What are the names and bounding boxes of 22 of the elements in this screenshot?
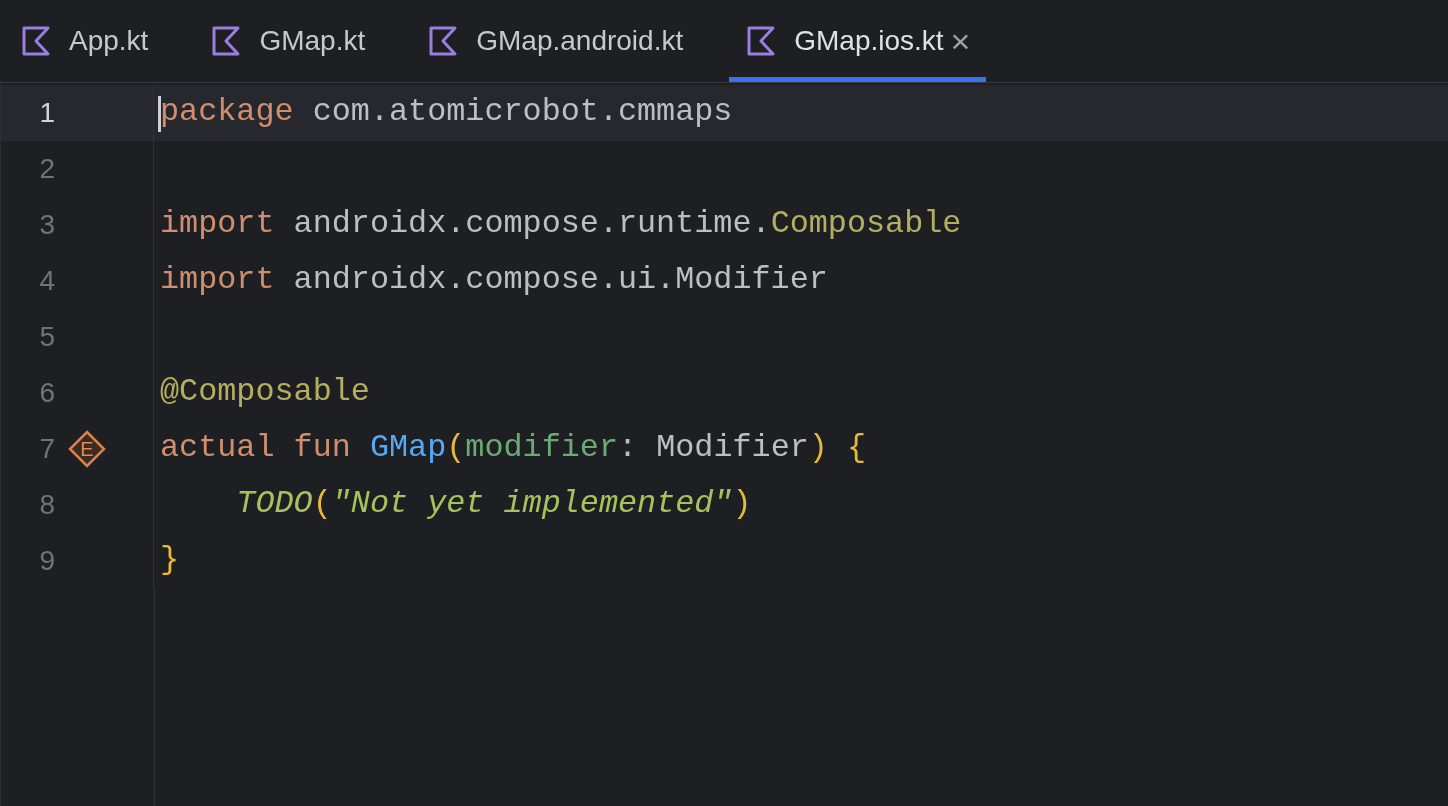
expect-actual-marker[interactable]: E [67, 429, 107, 469]
code-line: } [160, 541, 180, 581]
code-line: actual fun GMap(modifier: Modifier) { [160, 429, 867, 469]
line-number: 3 [38, 208, 56, 242]
file-tab[interactable]: App.kt [4, 0, 165, 82]
code-line: TODO("Not yet implemented") [235, 485, 752, 525]
line-number: 2 [38, 152, 56, 186]
line-number: 1 [38, 96, 56, 130]
file-tab[interactable]: GMap.kt [194, 0, 382, 82]
line-number: 7 [38, 432, 56, 466]
line-number: 9 [38, 544, 56, 578]
kotlin-file-icon [20, 25, 52, 57]
code-line: package com.atomicrobot.cmmaps [160, 93, 733, 133]
file-tab[interactable]: GMap.android.kt [411, 0, 700, 82]
code-line: import androidx.compose.runtime.Composable [160, 205, 962, 245]
line-number: 5 [38, 320, 56, 354]
line-number: 4 [38, 264, 56, 298]
line-number: 6 [38, 376, 56, 410]
code-line: import androidx.compose.ui.Modifier [160, 261, 828, 301]
line-number: 8 [38, 488, 56, 522]
code-line: @Composable [160, 373, 370, 413]
close-icon[interactable]: × [950, 24, 971, 58]
